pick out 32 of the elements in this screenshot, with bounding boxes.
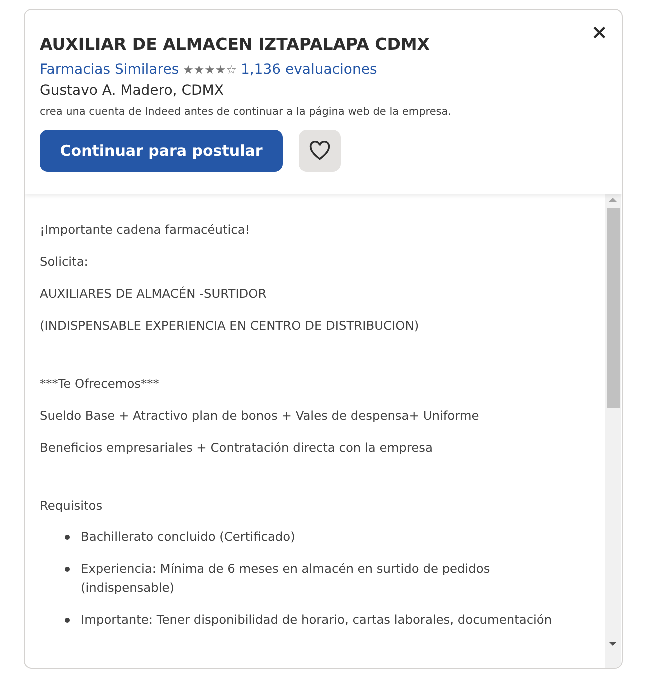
bullet-icon — [65, 618, 70, 623]
requirement-text: Experiencia: Mínima de 6 meses en almacén en surtido de pedidos (indispensable) — [81, 560, 492, 597]
scroll-up-icon[interactable] — [609, 198, 617, 202]
star-icon: ☆ — [226, 61, 237, 79]
scroll-down-icon[interactable] — [609, 642, 617, 646]
apply-button[interactable]: Continuar para postular — [40, 130, 283, 172]
job-location: Gustavo A. Madero, CDMX — [40, 82, 225, 100]
description-text: Sueldo Base + Atractivo plan de bonos + Vales de despensa+ Uniforme — [40, 408, 480, 424]
reviews-link[interactable]: 1,136 evaluaciones — [240, 61, 378, 79]
star-icon: ★ — [204, 61, 216, 79]
star-icon: ★ — [183, 61, 194, 79]
scrollbar[interactable] — [605, 194, 621, 668]
description-text: Solicita: — [40, 254, 90, 270]
scrollbar-thumb[interactable] — [606, 208, 620, 408]
star-icon: ★ — [194, 61, 205, 79]
description-text: Beneficios empresariales + Contratación directa con la empresa — [40, 440, 434, 456]
company-link[interactable]: Farmacias Similares — [40, 61, 180, 79]
description-text: (INDISPENSABLE EXPERIENCIA EN CENTRO DE DISTRIBUCION) — [40, 318, 420, 334]
job-title: AUXILIAR DE ALMACEN IZTAPALAPA CDMX — [40, 34, 432, 56]
account-notice: crea una cuenta de Indeed antes de continuar a la página web de la empresa. — [40, 105, 453, 120]
star-icon: ★ — [215, 61, 226, 79]
description-text: ***Te Ofrecemos*** — [40, 376, 160, 392]
requirement-text: Bachillerato concluido (Certificado) — [81, 528, 296, 546]
bullet-icon — [65, 534, 70, 540]
close-button[interactable]: × — [591, 22, 608, 42]
description-text: AUXILIARES DE ALMACÉN -SURTIDOR — [40, 286, 268, 302]
description-text: Requisitos — [40, 498, 104, 514]
bullet-icon — [65, 566, 70, 572]
save-button[interactable] — [299, 130, 341, 172]
description-text: ¡Importante cadena farmacéutica! — [40, 222, 252, 238]
requirement-text: Importante: Tener disponibilidad de horario, cartas laborales, documentación — [81, 612, 554, 629]
heart-icon — [309, 140, 331, 161]
